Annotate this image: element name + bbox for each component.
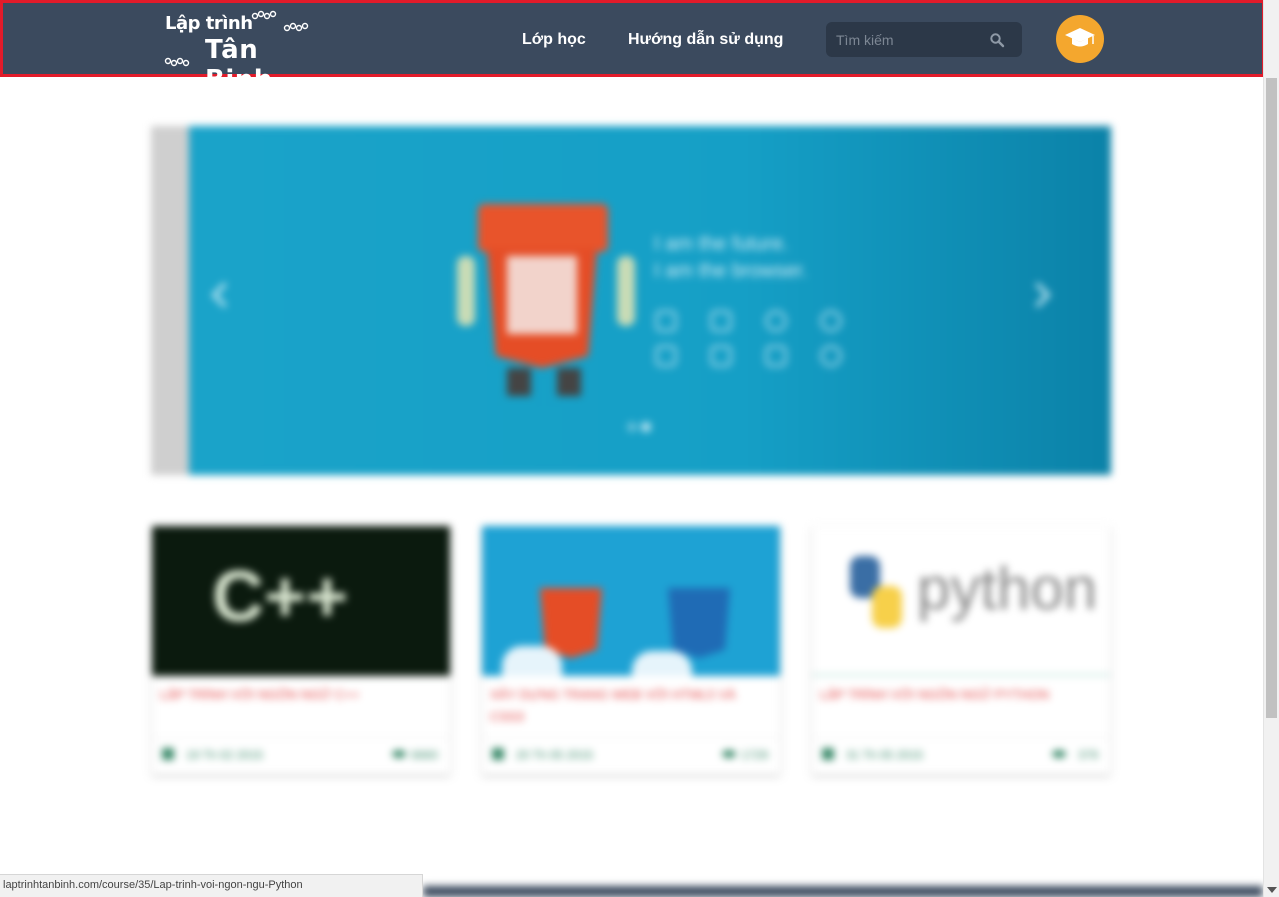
search-icon[interactable]	[989, 32, 1005, 48]
calendar-icon	[162, 748, 174, 760]
feature-icon	[655, 345, 677, 367]
robot-leg-right	[557, 368, 581, 396]
html5-five-mark	[507, 256, 577, 334]
site-logo[interactable]: Lập trình Tân Binh	[161, 9, 331, 95]
feature-icon	[765, 345, 787, 367]
calendar-icon	[492, 748, 504, 760]
slide-tagline: I am the future. I am the browser.	[654, 231, 807, 285]
course-views: 379	[1077, 748, 1098, 762]
slider-prev-icon[interactable]	[211, 282, 237, 308]
course-footer: 20 Th 05 2015 1729	[482, 737, 780, 774]
slide-html5: I am the future. I am the browser.	[189, 126, 1111, 475]
calendar-icon	[822, 748, 834, 760]
course-card-python[interactable]: python LẬP TRÌNH VỚI NGÔN NGỮ PYTHON 31 …	[812, 526, 1110, 774]
course-views: 6660	[411, 748, 438, 762]
scrollbar-thumb[interactable]	[1266, 78, 1277, 718]
course-title[interactable]: LẬP TRÌNH VỚI NGÔN NGỮ PYTHON	[820, 684, 1100, 706]
robot-arm-left	[457, 256, 475, 326]
python-thumb-text: python	[917, 555, 1098, 622]
cloud-icon	[632, 651, 692, 676]
course-title[interactable]: XÂY DỰNG TRANG WEB VỚI HTML5 VÀ CSS3	[490, 684, 770, 728]
navbar: Lập trình Tân Binh Lớp học Hướng dẫn sử …	[0, 0, 1265, 95]
nav-link-classes[interactable]: Lớp học	[522, 31, 586, 49]
search-box[interactable]	[826, 22, 1022, 57]
feature-icon	[765, 310, 787, 332]
user-avatar[interactable]	[1056, 15, 1104, 63]
course-title[interactable]: LẬP TRÌNH VỚI NGÔN NGỮ C++	[160, 684, 440, 706]
slider-dot-active[interactable]	[641, 422, 651, 432]
robot-head	[478, 204, 608, 252]
slider-next-icon[interactable]	[1025, 282, 1051, 308]
robot-leg-left	[507, 368, 531, 396]
slide-tagline-line2: I am the browser.	[654, 260, 808, 282]
feature-icon	[655, 310, 677, 332]
page-content-blurred: I am the future. I am the browser. C++ L…	[0, 0, 1279, 897]
course-thumbnail-cpp: C++	[152, 526, 450, 676]
logo-line2: Tân Binh	[205, 35, 273, 95]
previous-slide-strip	[151, 126, 189, 475]
feature-icon	[820, 345, 842, 367]
slide-tagline-line1: I am the future.	[654, 233, 789, 255]
search-input[interactable]	[836, 22, 986, 57]
course-thumbnail-python: python	[812, 526, 1110, 676]
eye-icon	[722, 750, 736, 758]
course-date: 19 Th 02 2015	[186, 748, 264, 762]
scroll-down-icon[interactable]	[1267, 887, 1277, 893]
feature-icon	[710, 310, 732, 332]
cloud-icon	[502, 646, 562, 676]
course-thumbnail-html5	[482, 526, 780, 676]
eye-icon	[1052, 750, 1066, 758]
course-date: 31 Th 05 2015	[846, 748, 924, 762]
status-bar-url: laptrinhtanbinh.com/course/35/Lap-trinh-…	[0, 874, 423, 897]
logo-line1: Lập trình	[165, 13, 253, 34]
feature-icon	[710, 345, 732, 367]
python-logo-icon-yellow	[872, 586, 902, 628]
course-footer: 31 Th 05 2015 379	[812, 737, 1110, 774]
eye-icon	[392, 750, 406, 758]
course-views: 1729	[741, 748, 768, 762]
vertical-scrollbar[interactable]	[1263, 0, 1279, 897]
slider-dot[interactable]	[627, 422, 637, 432]
footer-strip	[423, 886, 1263, 897]
css3-logo-icon	[668, 588, 730, 658]
graduation-cap-icon	[1065, 28, 1095, 47]
course-date: 20 Th 05 2015	[516, 748, 594, 762]
nav-link-guide[interactable]: Hướng dẫn sử dụng	[628, 31, 783, 49]
course-card-html5[interactable]: XÂY DỰNG TRANG WEB VỚI HTML5 VÀ CSS3 20 …	[482, 526, 780, 774]
feature-icon	[820, 310, 842, 332]
course-footer: 19 Th 02 2015 6660	[152, 737, 450, 774]
cpp-thumb-text: C++	[212, 557, 349, 637]
robot-arm-right	[617, 256, 635, 326]
hero-slider[interactable]: I am the future. I am the browser.	[151, 126, 1111, 475]
course-card-cpp[interactable]: C++ LẬP TRÌNH VỚI NGÔN NGỮ C++ 19 Th 02 …	[152, 526, 450, 774]
